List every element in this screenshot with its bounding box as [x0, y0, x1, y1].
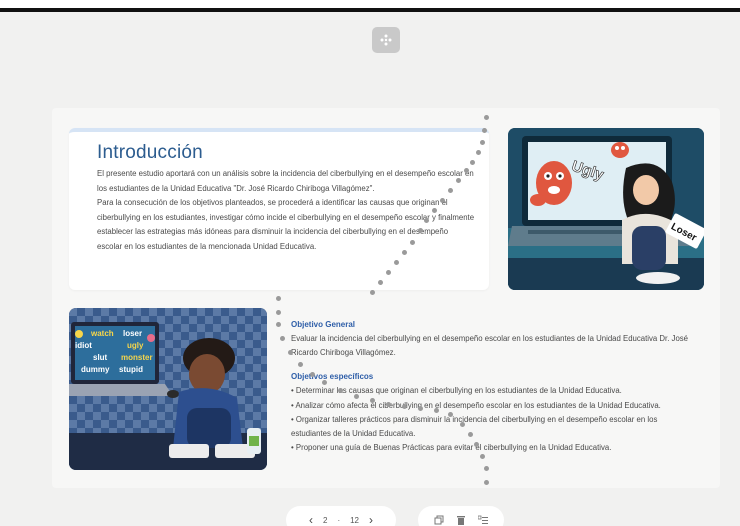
sad-girl-illustration: Ugly Loser [508, 128, 704, 290]
shuffle-button[interactable] [372, 27, 400, 53]
path-dot [386, 402, 391, 407]
trash-icon[interactable] [456, 515, 466, 525]
slide-tools [418, 506, 504, 526]
path-dot [448, 412, 453, 417]
specific-objective-item: • Analizar cómo afecta el ciberbullying … [291, 400, 661, 410]
path-dot [440, 198, 445, 203]
path-dot [322, 380, 327, 385]
image-sad-girl-laptop[interactable]: Ugly Loser [508, 128, 704, 290]
bully-word-1: watch [90, 329, 114, 338]
path-dot [448, 188, 453, 193]
specific-objective-item: • Organizar talleres prácticos para dism… [291, 414, 658, 439]
path-dot [418, 228, 423, 233]
path-dot [276, 310, 281, 315]
layout-list-icon[interactable] [478, 515, 488, 525]
path-dot [394, 260, 399, 265]
path-dot [464, 168, 469, 173]
path-dot [386, 270, 391, 275]
path-dot [480, 140, 485, 145]
specific-objective-item: • Determinar las causas que originan el … [291, 386, 622, 396]
next-slide-button[interactable]: › [369, 514, 373, 526]
image-crying-boy-laptop[interactable]: watch loser idiot ugly slut monster dumm… [69, 308, 267, 470]
path-dot [474, 442, 479, 447]
path-dot [410, 240, 415, 245]
current-slide-number: 2 [322, 515, 328, 525]
path-dot [480, 454, 485, 459]
crying-boy-illustration: watch loser idiot ugly slut monster dumm… [69, 308, 267, 470]
specific-objectives-heading: Objetivos específicos [291, 372, 374, 382]
path-dot [470, 160, 475, 165]
bully-word-3: idiot [75, 341, 92, 350]
general-objective-heading: Objetivo General [291, 320, 356, 329]
bully-word-5: slut [93, 353, 108, 362]
bully-word-2: loser [123, 329, 142, 338]
path-dot [298, 362, 303, 367]
path-dot [288, 350, 293, 355]
path-dot [468, 432, 473, 437]
path-dot [338, 388, 343, 393]
path-dot [484, 466, 489, 471]
path-dot [354, 394, 359, 399]
path-dot [370, 398, 375, 403]
bully-word-7: dummy [81, 365, 110, 374]
path-dot [460, 422, 465, 427]
path-dot [402, 404, 407, 409]
prev-slide-button[interactable]: ‹ [309, 514, 313, 526]
bully-word-6: monster [121, 353, 153, 362]
path-dot [310, 372, 315, 377]
path-dot [484, 480, 489, 485]
pager-separator: · [337, 515, 341, 525]
path-dot [370, 290, 375, 295]
path-dot [276, 322, 281, 327]
copy-icon[interactable] [434, 515, 444, 525]
path-dot [476, 150, 481, 155]
path-dot [432, 208, 437, 213]
intro-card[interactable]: Introducción El presente estudio aportar… [69, 128, 489, 290]
top-bar [0, 0, 740, 12]
path-dot [484, 115, 489, 120]
intro-text: El presente estudio aportará con un anál… [97, 169, 475, 251]
specific-objective-item: • Proponer una guía de Buenas Prácticas … [291, 443, 612, 453]
slide-pager: ‹ 2 · 12 › [286, 506, 396, 526]
bully-word-8: stupid [119, 365, 143, 374]
path-dot [424, 218, 429, 223]
dice-icon [380, 34, 392, 46]
path-dot [482, 128, 487, 133]
objectives-block[interactable]: Objetivo General Evaluar la incidencia d… [276, 308, 704, 478]
path-dot [378, 280, 383, 285]
path-dot [418, 406, 423, 411]
path-dot [402, 250, 407, 255]
path-dot [456, 178, 461, 183]
path-dot [434, 408, 439, 413]
path-dot [280, 336, 285, 341]
general-objective-text: Evaluar la incidencia del ciberbullying … [291, 334, 689, 358]
total-slides: 12 [350, 515, 360, 525]
intro-title: Introducción [97, 142, 203, 163]
bully-word-4: ugly [127, 341, 144, 350]
path-dot [276, 296, 281, 301]
